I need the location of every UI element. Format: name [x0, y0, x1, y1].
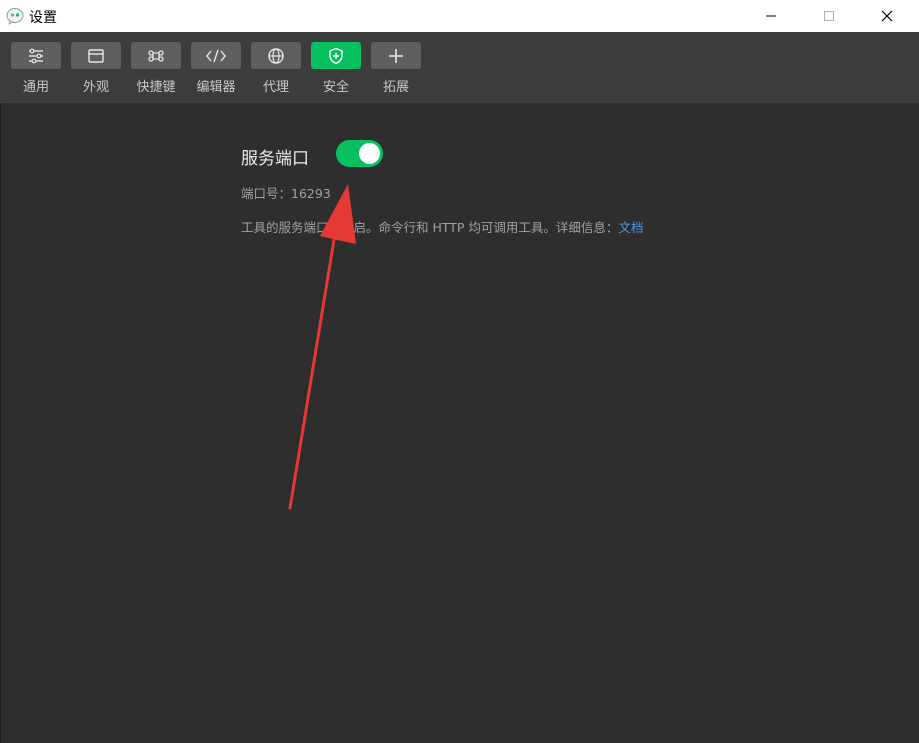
plus-icon	[389, 48, 403, 63]
sliders-icon	[29, 48, 43, 63]
maximize-button[interactable]	[806, 0, 852, 32]
toggle-knob	[359, 143, 380, 164]
app-logo-icon	[6, 8, 24, 25]
minimize-button[interactable]	[748, 0, 794, 32]
tab-general[interactable]: 通用	[11, 42, 61, 95]
port-label: 端口号：	[241, 186, 292, 201]
port-value: 16293	[291, 186, 331, 201]
globe-icon	[268, 47, 284, 64]
minimize-icon	[766, 15, 776, 17]
tab-security[interactable]: 安全	[311, 42, 361, 95]
window-title: 设置	[29, 10, 57, 26]
tab-label: 快捷键	[136, 80, 176, 95]
tab-label: 代理	[262, 80, 289, 95]
tab-label: 通用	[22, 80, 49, 95]
service-port-title: 服务端口	[241, 149, 309, 169]
tab-label: 安全	[322, 80, 349, 95]
settings-window: 设置 通用 外观 快捷键 编辑器 代理 安全 拓展 服务端口 端口号：16293…	[0, 0, 919, 743]
service-port-description: 工具的服务端口已开启。命令行和 HTTP 均可调用工具。详细信息：文档	[241, 217, 643, 236]
maximize-icon	[824, 11, 834, 21]
title-bar: 设置	[0, 0, 919, 32]
close-button[interactable]	[864, 0, 910, 32]
tab-label: 编辑器	[196, 80, 236, 95]
doc-link[interactable]: 文档	[618, 220, 643, 235]
description-text: 工具的服务端口已开启。命令行和 HTTP 均可调用工具。详细信息：	[241, 220, 619, 235]
window-icon	[88, 48, 104, 63]
settings-toolbar: 通用 外观 快捷键 编辑器 代理 安全 拓展	[0, 32, 919, 103]
tab-extensions[interactable]: 拓展	[371, 42, 421, 95]
port-number: 端口号：16293	[241, 183, 331, 202]
close-icon	[881, 10, 893, 22]
service-port-toggle[interactable]	[336, 140, 383, 167]
tab-editor[interactable]: 编辑器	[191, 42, 241, 95]
tab-shortcuts[interactable]: 快捷键	[131, 42, 181, 95]
settings-content: 服务端口 端口号：16293 工具的服务端口已开启。命令行和 HTTP 均可调用…	[0, 103, 919, 743]
code-icon	[206, 49, 226, 62]
tab-label: 拓展	[382, 80, 409, 95]
shield-icon	[329, 47, 343, 64]
tab-proxy[interactable]: 代理	[251, 42, 301, 95]
command-key-icon	[148, 49, 164, 62]
tab-label: 外观	[82, 80, 109, 95]
tab-appearance[interactable]: 外观	[71, 42, 121, 95]
